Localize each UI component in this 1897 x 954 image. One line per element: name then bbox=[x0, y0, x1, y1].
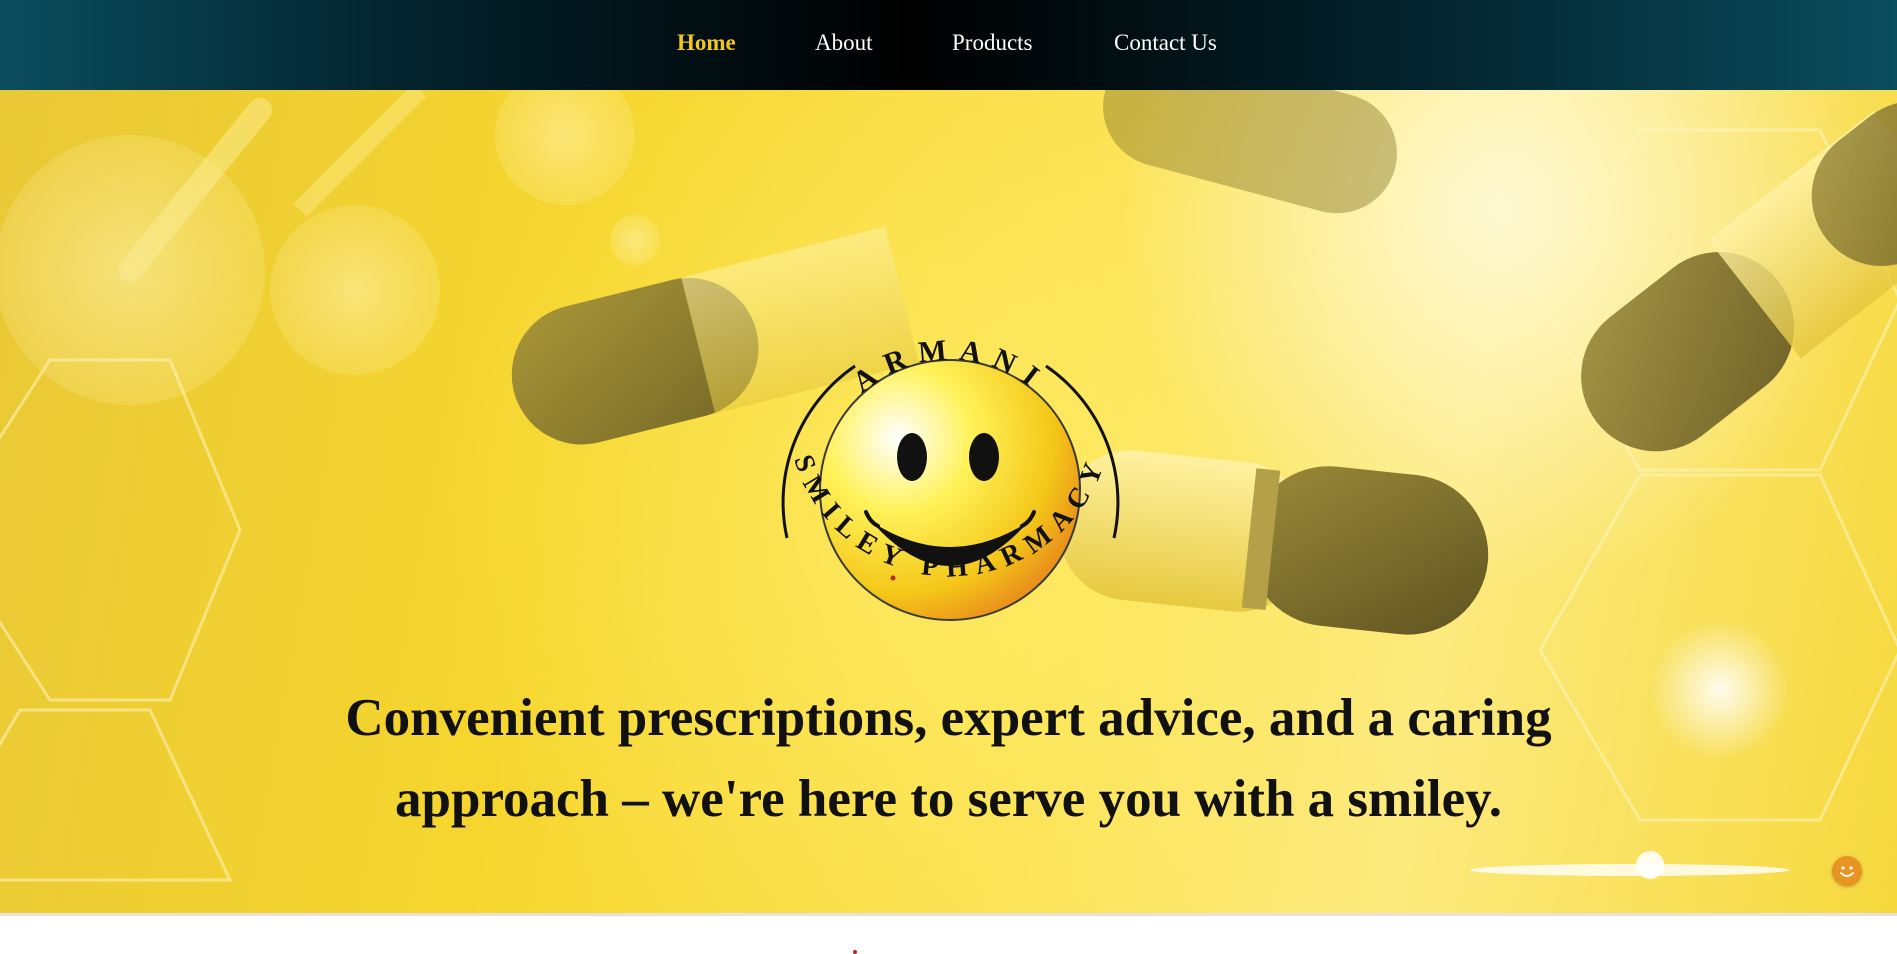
main-nav: Home About Products Contact Us bbox=[0, 0, 1897, 90]
pharmacy-logo: ARMANI SMILEY PHARMACY bbox=[760, 300, 1140, 680]
smiley-chat-icon bbox=[1840, 866, 1854, 877]
tagline-line-2: approach – we're here to serve you with … bbox=[395, 770, 1502, 828]
hero-banner: ARMANI SMILEY PHARMACY Convenient prescr… bbox=[0, 90, 1897, 915]
top-navigation-bar: Home About Products Contact Us bbox=[0, 0, 1897, 90]
nav-products-link[interactable]: Products bbox=[952, 30, 1033, 56]
nav-contact-link[interactable]: Contact Us bbox=[1114, 30, 1217, 56]
hero-tagline: Convenient prescriptions, expert advice,… bbox=[300, 678, 1597, 840]
nav-about-link[interactable]: About bbox=[815, 30, 873, 56]
chat-widget-button[interactable] bbox=[1832, 856, 1862, 886]
nav-home-link[interactable]: Home bbox=[677, 30, 736, 56]
stray-dot bbox=[853, 950, 857, 954]
tagline-line-1: Convenient prescriptions, expert advice,… bbox=[345, 689, 1552, 747]
section-divider bbox=[0, 913, 1897, 916]
